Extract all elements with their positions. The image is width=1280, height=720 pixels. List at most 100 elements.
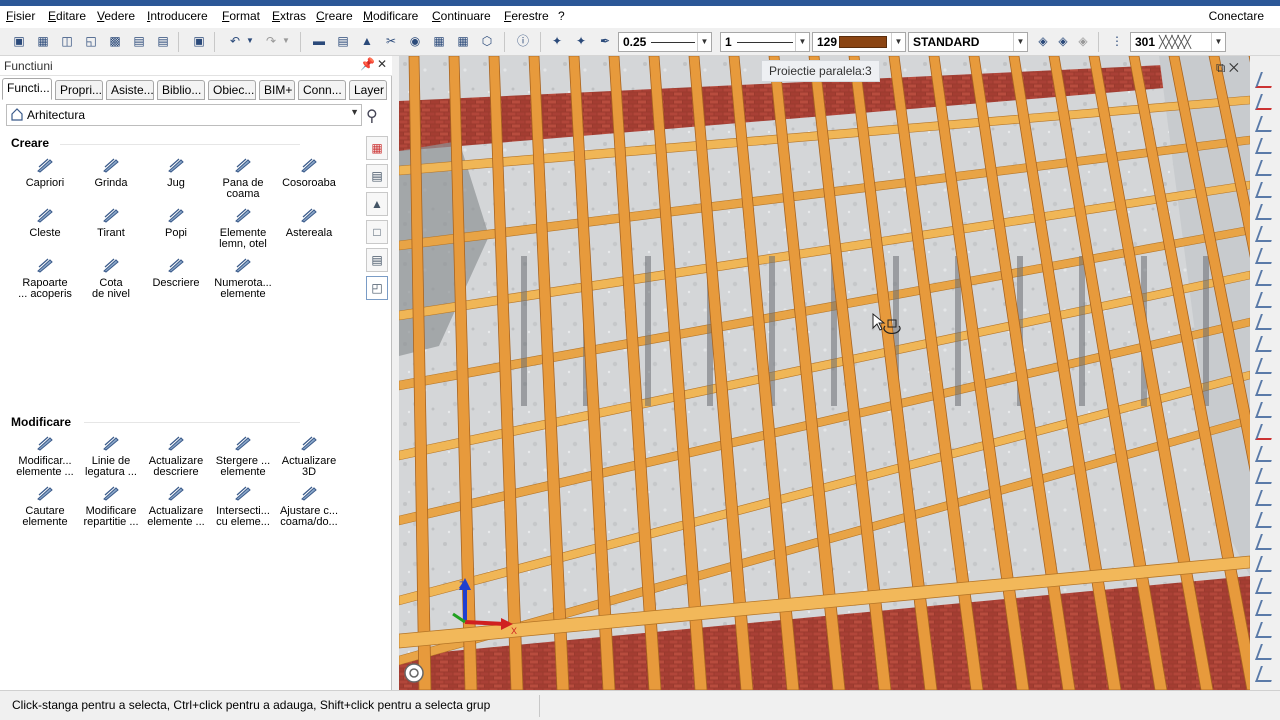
function-update-3d[interactable]: Actualizare 3D [274,434,344,478]
menu-creare[interactable]: Creare [316,9,353,23]
menu-editare[interactable]: Editare [48,9,86,23]
tab-asistent[interactable]: Asiste... [106,80,154,100]
function-report[interactable]: Rapoarte ... acoperis [10,256,80,300]
function-numbering[interactable]: Numerota... elemente [208,256,278,300]
tab-proprietati[interactable]: Propri... [55,80,103,100]
measure-icon[interactable]: ▬ [310,32,328,50]
function-modify-distribution[interactable]: Modificare repartitie ... [76,484,146,528]
sheet-icon[interactable]: ▦ [34,32,52,50]
rotate-icon[interactable] [1255,160,1277,176]
print-preview-icon[interactable]: ▤ [154,32,172,50]
category-select[interactable]: Arhitectura ▼ [6,104,362,126]
join-icon[interactable] [1255,336,1277,352]
menu-format[interactable]: Format [222,9,260,23]
line-width-select[interactable]: 0.25 ▼ [618,32,712,52]
open-icon[interactable]: ◱ [82,32,100,50]
section-icon[interactable]: ▲ [358,32,376,50]
filter-a-icon[interactable] [1255,490,1277,506]
funnel-b-icon[interactable] [1255,666,1277,682]
tab-functii[interactable]: Functi... [2,78,52,100]
menu-extras[interactable]: Extras [272,9,306,23]
tab-bim[interactable]: BIM+ [259,80,295,100]
function-connection-line[interactable]: Linie de legatura ... [76,434,146,478]
animation-icon[interactable]: ▦ [454,32,472,50]
close-viewport-icon[interactable]: ✕ [1229,60,1239,75]
sum-icon[interactable] [1255,622,1277,638]
group-icon[interactable] [1255,380,1277,396]
format-paint-icon[interactable]: ✦ [572,32,590,50]
ungroup-icon[interactable] [1255,402,1277,418]
function-modify[interactable]: Modificar... elemente ... [10,434,80,478]
stairs-tool-button[interactable]: ▤ [366,164,388,188]
layer-visibility-icon[interactable]: ◈ [1034,32,1052,50]
help-icon[interactable]: ⓘ [514,32,532,50]
menu-help[interactable]: ? [558,9,565,23]
copy-icon[interactable] [1255,204,1277,220]
redo-dropdown-icon[interactable]: ▼ [280,32,292,50]
select-all-icon[interactable] [1255,578,1277,594]
function-search-elements[interactable]: Cautare elemente [10,484,80,528]
tab-obiecte[interactable]: Obiec... [208,80,256,100]
redo-icon[interactable]: ↷ [262,32,280,50]
stretch-icon[interactable] [1255,182,1277,198]
filter-c-icon[interactable] [1255,534,1277,550]
delete-icon[interactable] [1255,424,1277,440]
function-level[interactable]: Cota de nivel [76,256,146,300]
function-rafter[interactable]: Capriori [10,156,80,189]
function-clamp[interactable]: Cleste [10,206,80,239]
eyedropper-icon[interactable]: ✒ [596,32,614,50]
pencil-red-icon[interactable] [1255,94,1277,110]
tab-layer[interactable]: Layer [349,80,387,100]
split-icon[interactable] [1255,358,1277,374]
undo-icon[interactable]: ↶ [226,32,244,50]
move-icon[interactable] [1255,226,1277,242]
filter-d-icon[interactable] [1255,556,1277,572]
menu-modificare[interactable]: Modificare [363,9,418,23]
tab-connect[interactable]: Conn... [298,80,346,100]
dimension-icon[interactable]: ▤ [334,32,352,50]
tab-biblioteca[interactable]: Biblio... [157,80,205,100]
function-sheathing[interactable]: Astereala [274,206,344,239]
menu-ferestre[interactable]: Ferestre [504,9,549,23]
menu-fisier[interactable]: Fisier [6,9,35,23]
function-intersect[interactable]: Intersecti... cu eleme... [208,484,278,528]
view-icon[interactable]: ◉ [406,32,424,50]
layer-style-select[interactable]: STANDARD ▼ [908,32,1028,52]
extend-icon[interactable] [1255,270,1277,286]
function-adjust-ridge[interactable]: Ajustare c... coama/do... [274,484,344,528]
function-update-elements[interactable]: Actualizare elemente ... [141,484,211,528]
hatch-icon[interactable]: ⋮ [1108,32,1126,50]
function-tie-rod[interactable]: Tirant [76,206,146,239]
layer-status-icon[interactable]: ◈ [1054,32,1072,50]
menu-introducere[interactable]: Introducere [147,9,208,23]
menu-continuare[interactable]: Continuare [432,9,491,23]
modify-points-icon[interactable] [1255,468,1277,484]
render-icon[interactable]: ▦ [430,32,448,50]
cube-icon[interactable]: ⬡ [478,32,496,50]
function-delete-numbering[interactable]: Stergere ... elemente [208,434,278,478]
pen-select[interactable]: 129 ▼ [812,32,906,52]
align-icon[interactable] [1255,248,1277,264]
pen-icon[interactable] [1255,446,1277,462]
trim-icon[interactable] [1255,314,1277,330]
eraser-icon[interactable] [1255,72,1277,88]
function-beam[interactable]: Grinda [76,156,146,189]
function-ridge-purlin[interactable]: Pana de coama [208,156,278,200]
mirror-icon[interactable] [1255,138,1277,154]
pencil-blue-icon[interactable] [1255,116,1277,132]
cut-icon[interactable]: ✂ [382,32,400,50]
room-tool-button[interactable]: □ [366,220,388,244]
roof-tool-button[interactable]: ▲ [366,192,388,216]
layers-tool-button[interactable]: ▤ [366,248,388,272]
function-wall-plate[interactable]: Cosoroaba [274,156,344,189]
function-label[interactable]: Descriere [141,256,211,289]
close-icon[interactable]: ✕ [377,57,387,71]
function-wood-steel[interactable]: Elemente lemn, otel [208,206,278,250]
menu-vedere[interactable]: Vedere [97,9,135,23]
viewport-3d[interactable]: Z X [399,56,1250,690]
funnel-icon[interactable] [1255,644,1277,660]
layer-lock-icon[interactable]: ◈ [1074,32,1092,50]
wall-tool-button[interactable]: ▦ [366,136,388,160]
save-icon[interactable]: ▩ [106,32,124,50]
select-box-icon[interactable] [1255,600,1277,616]
